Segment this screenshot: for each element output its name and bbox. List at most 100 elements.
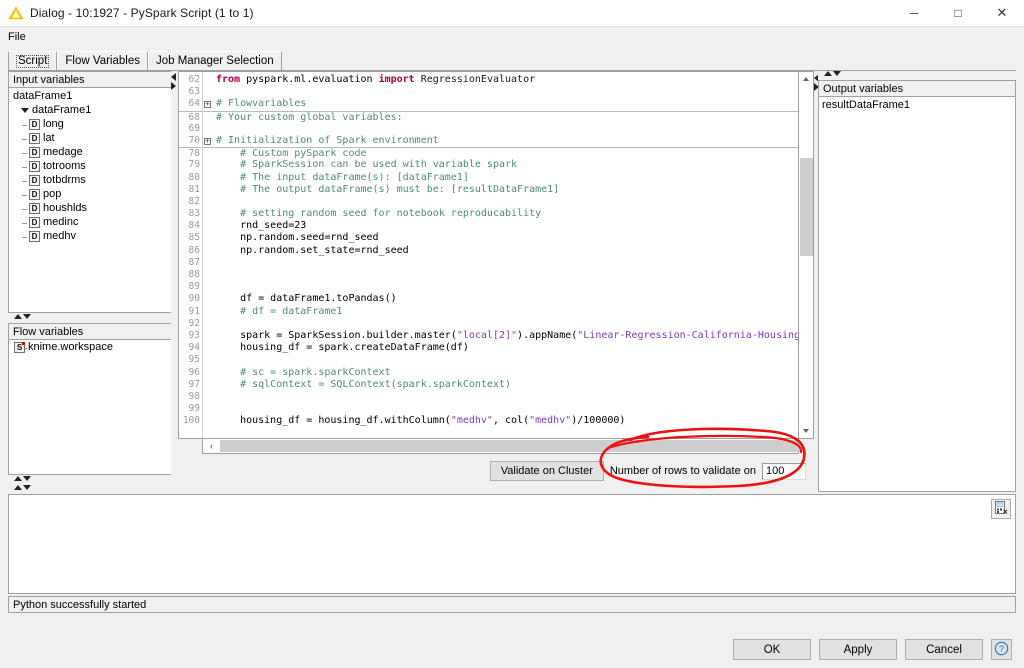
code-line [212, 86, 798, 98]
tree-item-pop[interactable]: D pop [9, 187, 173, 201]
rows-to-validate-group: Number of rows to validate on 100 [610, 463, 806, 480]
flow-variable-label: knime.workspace [28, 341, 113, 353]
line-number: 92 [179, 318, 202, 330]
tree-item-medinc[interactable]: D medinc [9, 215, 173, 229]
left-splitter-top[interactable] [8, 314, 174, 323]
splitter-arrows-icon[interactable] [14, 314, 31, 319]
input-variables-tree[interactable]: dataFrame1 dataFrame1 D long D lat [8, 87, 174, 313]
tab-flow-variables[interactable]: Flow Variables [57, 51, 148, 70]
maximize-button[interactable]: □ [936, 0, 980, 27]
close-button[interactable]: ✕ [980, 0, 1024, 27]
menu-item-file[interactable]: File [0, 29, 33, 45]
code-line [212, 391, 798, 403]
tree-item-totrooms[interactable]: D totrooms [9, 159, 173, 173]
tab-job-manager-selection[interactable]: Job Manager Selection [148, 51, 282, 70]
fold-spacer [203, 232, 212, 244]
code-folding-column[interactable]: ++ [203, 72, 212, 438]
code-line: # Custom pySpark code [212, 147, 798, 159]
editor-vertical-scrollbar[interactable] [799, 71, 814, 439]
tree-item-label: medage [43, 146, 83, 158]
line-number: 91 [179, 306, 202, 318]
tree-item-totbdrms[interactable]: D totbdrms [9, 173, 173, 187]
vertical-scroll-thumb[interactable] [800, 158, 813, 256]
help-button[interactable]: ? [991, 639, 1012, 660]
flow-variables-list[interactable]: S knime.workspace [8, 339, 174, 475]
line-number: 100 [179, 415, 202, 427]
line-number: 62 [179, 74, 202, 86]
chevron-down-icon[interactable] [21, 108, 29, 113]
tree-item-lat[interactable]: D lat [9, 131, 173, 145]
tree-item-label: totrooms [43, 160, 86, 172]
apply-button[interactable]: Apply [819, 639, 897, 660]
validate-on-cluster-button[interactable]: Validate on Cluster [490, 461, 604, 481]
ok-button[interactable]: OK [733, 639, 811, 660]
fold-spacer [203, 257, 212, 269]
tree-item-medage[interactable]: D medage [9, 145, 173, 159]
fold-spacer [203, 184, 212, 196]
line-number: 86 [179, 245, 202, 257]
scroll-left-button[interactable]: ‹ [204, 439, 219, 452]
editor-horizontal-scrollbar[interactable]: ‹ [202, 439, 799, 454]
tree-item-houshlds[interactable]: D houshlds [9, 201, 173, 215]
code-editor[interactable]: 6263646869707879808182838485868788899091… [178, 71, 799, 439]
splitter-arrows-icon[interactable] [171, 73, 176, 90]
line-number: 90 [179, 293, 202, 305]
line-number: 63 [179, 86, 202, 98]
scroll-up-button[interactable] [800, 72, 813, 86]
clear-console-button[interactable] [991, 499, 1011, 519]
splitter-arrows-icon[interactable] [14, 476, 31, 481]
tab-script[interactable]: Script [8, 51, 57, 70]
rows-to-validate-input[interactable]: 100 [762, 463, 806, 480]
script-tab-content: Input variables dataFrame1 dataFrame1 D … [8, 71, 1016, 485]
fold-toggle-icon[interactable]: + [203, 98, 212, 110]
splitter-arrows-icon[interactable] [14, 485, 31, 490]
code-line [212, 269, 798, 281]
line-number: 95 [179, 354, 202, 366]
code-line: # The input dataFrame(s): [dataFrame1] [212, 172, 798, 184]
tree-item-label: houshlds [43, 202, 87, 214]
code-line: # setting random seed for notebook repro… [212, 208, 798, 220]
console-output[interactable] [8, 494, 1016, 594]
fold-toggle-icon[interactable]: + [203, 135, 212, 147]
tree-item-label: pop [43, 188, 61, 200]
tree-group-dataframe[interactable]: dataFrame1 [9, 103, 173, 117]
line-number: 79 [179, 159, 202, 171]
cancel-button[interactable]: Cancel [905, 639, 983, 660]
console-text [9, 495, 1015, 501]
line-number: 81 [179, 184, 202, 196]
code-line: # df = dataFrame1 [212, 306, 798, 318]
line-number: 70 [179, 135, 202, 147]
fold-spacer [203, 86, 212, 98]
fold-spacer [203, 208, 212, 220]
tab-job-manager-label: Job Manager Selection [156, 56, 274, 68]
output-variables-list[interactable]: resultDataFrame1 [818, 96, 1016, 492]
code-line: # Initialization of Spark environment [212, 135, 798, 147]
right-splitter-top[interactable] [818, 71, 1016, 80]
output-variable-item[interactable]: resultDataFrame1 [819, 97, 1015, 111]
rows-to-validate-label: Number of rows to validate on [610, 465, 756, 477]
tree-group-label: dataFrame1 [32, 104, 91, 116]
tree-item-medhv[interactable]: D medhv [9, 229, 173, 243]
scroll-down-button[interactable] [799, 424, 812, 438]
minimize-button[interactable]: ─ [892, 0, 936, 27]
tree-root-dataframe[interactable]: dataFrame1 [9, 89, 173, 103]
code-line [212, 403, 798, 415]
double-type-icon: D [29, 217, 40, 228]
tree-item-long[interactable]: D long [9, 117, 173, 131]
line-number: 89 [179, 281, 202, 293]
menu-bar: File [0, 27, 1024, 47]
flow-variable-item[interactable]: S knime.workspace [9, 340, 173, 354]
left-splitter-bottom[interactable] [8, 476, 174, 485]
horizontal-scroll-thumb[interactable] [220, 440, 800, 452]
code-line: housing_df = spark.createDataFrame(df) [212, 342, 798, 354]
line-number: 99 [179, 403, 202, 415]
code-text[interactable]: from pyspark.ml.evaluation import Regres… [212, 72, 798, 438]
fold-spacer [203, 306, 212, 318]
code-line: # SparkSession can be used with variable… [212, 159, 798, 171]
splitter-arrows-icon[interactable] [824, 71, 841, 76]
title-bar: Dialog - 10:1927 - PySpark Script (1 to … [0, 0, 1024, 27]
tree-item-label: lat [43, 132, 55, 144]
console-splitter[interactable] [8, 485, 1016, 494]
input-variables-header: Input variables [8, 71, 174, 87]
tab-script-label: Script [16, 55, 49, 69]
